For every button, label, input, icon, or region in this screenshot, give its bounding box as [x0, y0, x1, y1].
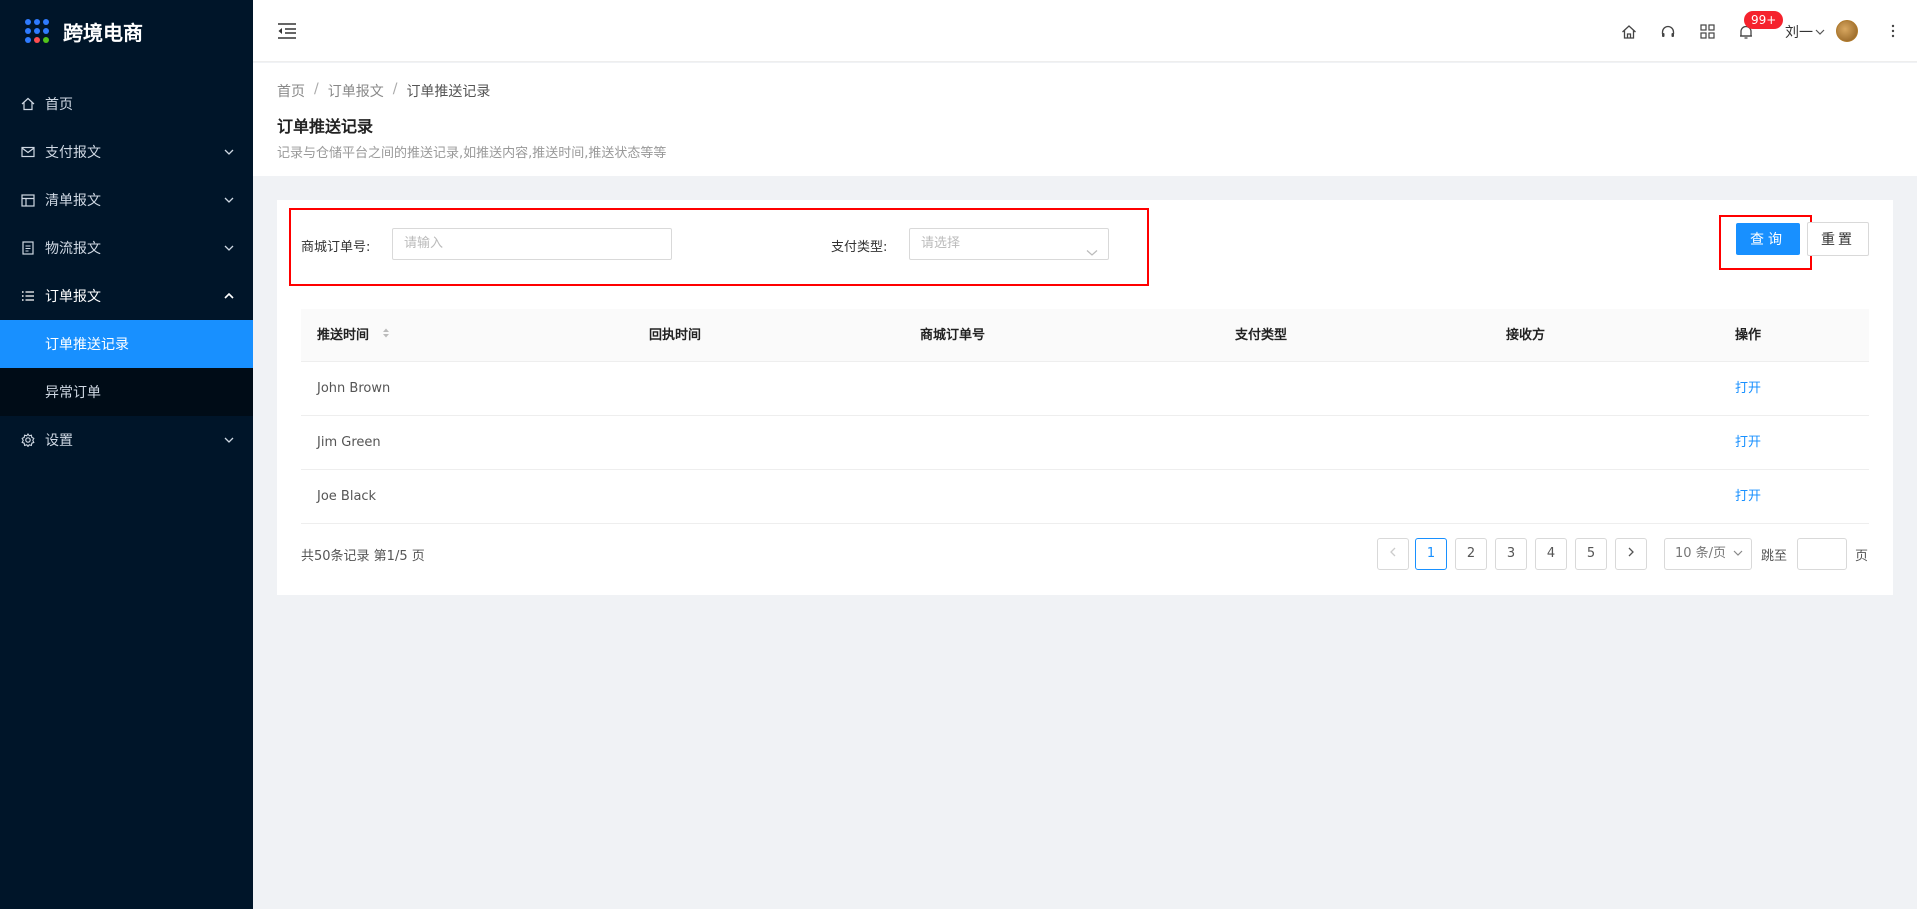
cell-push-time: John Brown [317, 381, 391, 396]
more-icon[interactable] [1889, 22, 1897, 40]
records-table: 推送时间 回执时间 商城订单号 支付类型 接收方 操作 John Brown 打… [301, 309, 1869, 524]
page-button-5[interactable]: 5 [1575, 538, 1607, 570]
column-header-label: 推送时间 [317, 328, 370, 343]
page-unit-label: 页 [1855, 549, 1869, 564]
cell-push-time: Joe Black [317, 489, 377, 504]
table-row: Joe Black 打开 [301, 470, 1869, 524]
sidebar-item-logistics[interactable]: 物流报文 [0, 224, 253, 272]
app-title: 跨境电商 [63, 20, 143, 45]
sidebar-item-manifest[interactable]: 清单报文 [0, 176, 253, 224]
chevron-up-icon [223, 290, 235, 302]
sidebar-item-label: 首页 [45, 97, 73, 113]
order-submenu: 订单推送记录 异常订单 [0, 320, 253, 416]
table-row: John Brown 打开 [301, 362, 1869, 416]
sidebar-item-order[interactable]: 订单报文 [0, 272, 253, 320]
column-header-receipt-time: 回执时间 [649, 328, 702, 343]
breadcrumb-item-current: 订单推送记录 [406, 84, 491, 100]
logo: 跨境电商 [0, 0, 253, 62]
cell-push-time: Jim Green [317, 435, 381, 450]
query-button[interactable]: 查询 [1736, 223, 1800, 255]
column-header-pay-type: 支付类型 [1235, 328, 1288, 343]
sidebar-menu: 首页 支付报文 清单报文 物流报文 订单报文 订单推送记录 异常订单 设置 [0, 80, 253, 464]
content-card: 商城订单号: 请输入 支付类型: 请选择 查询 重置 推送时间 回执时间 商城订… [277, 200, 1893, 595]
pay-type-select[interactable]: 请选择 [909, 228, 1109, 260]
page-title: 订单推送记录 [277, 117, 374, 136]
sidebar-item-abnormal-orders[interactable]: 异常订单 [0, 368, 253, 416]
page-size-select[interactable]: 10 条/页 [1664, 538, 1752, 570]
sidebar: 跨境电商 首页 支付报文 清单报文 物流报文 订单报文 订单推送记录 异常订单 … [0, 0, 253, 909]
table-row: Jim Green 打开 [301, 416, 1869, 470]
reset-button[interactable]: 重置 [1807, 222, 1869, 256]
sidebar-item-label: 设置 [45, 433, 73, 449]
headset-icon[interactable] [1659, 23, 1677, 41]
table-icon [20, 192, 36, 208]
sort-icon[interactable] [382, 309, 390, 362]
user-name[interactable]: 刘一 [1785, 22, 1813, 42]
sidebar-item-label: 清单报文 [45, 193, 101, 209]
apps-icon[interactable] [1698, 22, 1716, 40]
sidebar-item-payment[interactable]: 支付报文 [0, 128, 253, 176]
page-button-4[interactable]: 4 [1535, 538, 1567, 570]
page-size-value: 10 条/页 [1675, 546, 1727, 561]
order-number-input[interactable]: 请输入 [392, 228, 672, 260]
sidebar-item-label: 物流报文 [45, 241, 101, 257]
column-header-actions: 操作 [1735, 328, 1762, 343]
page-button-1[interactable]: 1 [1415, 538, 1447, 570]
jump-label: 跳至 [1761, 549, 1788, 564]
breadcrumb-item-home[interactable]: 首页 [277, 81, 305, 101]
page-header: 首页 / 订单报文 / 订单推送记录 订单推送记录 记录与仓储平台之间的推送记录… [253, 63, 1917, 176]
sidebar-item-label: 支付报文 [45, 145, 101, 161]
list-icon [20, 288, 36, 304]
mail-icon [20, 144, 36, 160]
jump-page-input[interactable] [1797, 538, 1847, 570]
pay-type-label: 支付类型: [831, 240, 888, 255]
gear-icon [20, 432, 36, 448]
sidebar-item-label: 订单报文 [45, 289, 101, 305]
home-icon [20, 96, 36, 112]
open-link[interactable]: 打开 [1735, 416, 1761, 470]
open-link[interactable]: 打开 [1735, 470, 1761, 524]
pay-type-placeholder: 请选择 [921, 236, 961, 251]
file-icon [20, 240, 36, 256]
breadcrumb: 首页 / 订单报文 / 订单推送记录 [277, 81, 490, 101]
breadcrumb-separator: / [392, 81, 398, 97]
home-icon[interactable] [1620, 23, 1638, 41]
column-header-receiver: 接收方 [1506, 328, 1546, 343]
column-header-order-number: 商城订单号 [920, 328, 986, 343]
logo-grid-icon [25, 19, 49, 43]
chevron-down-icon [1733, 550, 1743, 556]
page-button-2[interactable]: 2 [1455, 538, 1487, 570]
chevron-down-icon [223, 194, 235, 206]
menu-fold-icon[interactable] [277, 22, 297, 40]
sidebar-item-home[interactable]: 首页 [0, 80, 253, 128]
chevron-down-icon [1086, 239, 1098, 256]
open-link[interactable]: 打开 [1735, 362, 1761, 416]
chevron-down-icon [223, 242, 235, 254]
notification-badge: 99+ [1744, 11, 1784, 29]
chevron-down-icon [223, 434, 235, 446]
sidebar-item-order-push-records[interactable]: 订单推送记录 [0, 320, 253, 368]
column-header-push-time[interactable]: 推送时间 [317, 309, 390, 362]
prev-page-button[interactable] [1377, 538, 1409, 570]
total-records: 共50条记录 第1/5 页 [301, 549, 425, 564]
page-description: 记录与仓储平台之间的推送记录,如推送内容,推送时间,推送状态等等 [277, 146, 667, 161]
avatar[interactable] [1836, 20, 1858, 42]
chevron-down-icon[interactable] [1814, 23, 1826, 41]
next-page-button[interactable] [1615, 538, 1647, 570]
page-button-3[interactable]: 3 [1495, 538, 1527, 570]
top-header: 99+ 刘一 [253, 0, 1917, 62]
breadcrumb-item-order[interactable]: 订单报文 [328, 81, 384, 101]
table-header: 推送时间 回执时间 商城订单号 支付类型 接收方 操作 [301, 309, 1869, 362]
sidebar-item-settings[interactable]: 设置 [0, 416, 253, 464]
breadcrumb-separator: / [314, 81, 319, 97]
chevron-down-icon [223, 146, 235, 158]
order-number-label: 商城订单号: [301, 240, 371, 255]
